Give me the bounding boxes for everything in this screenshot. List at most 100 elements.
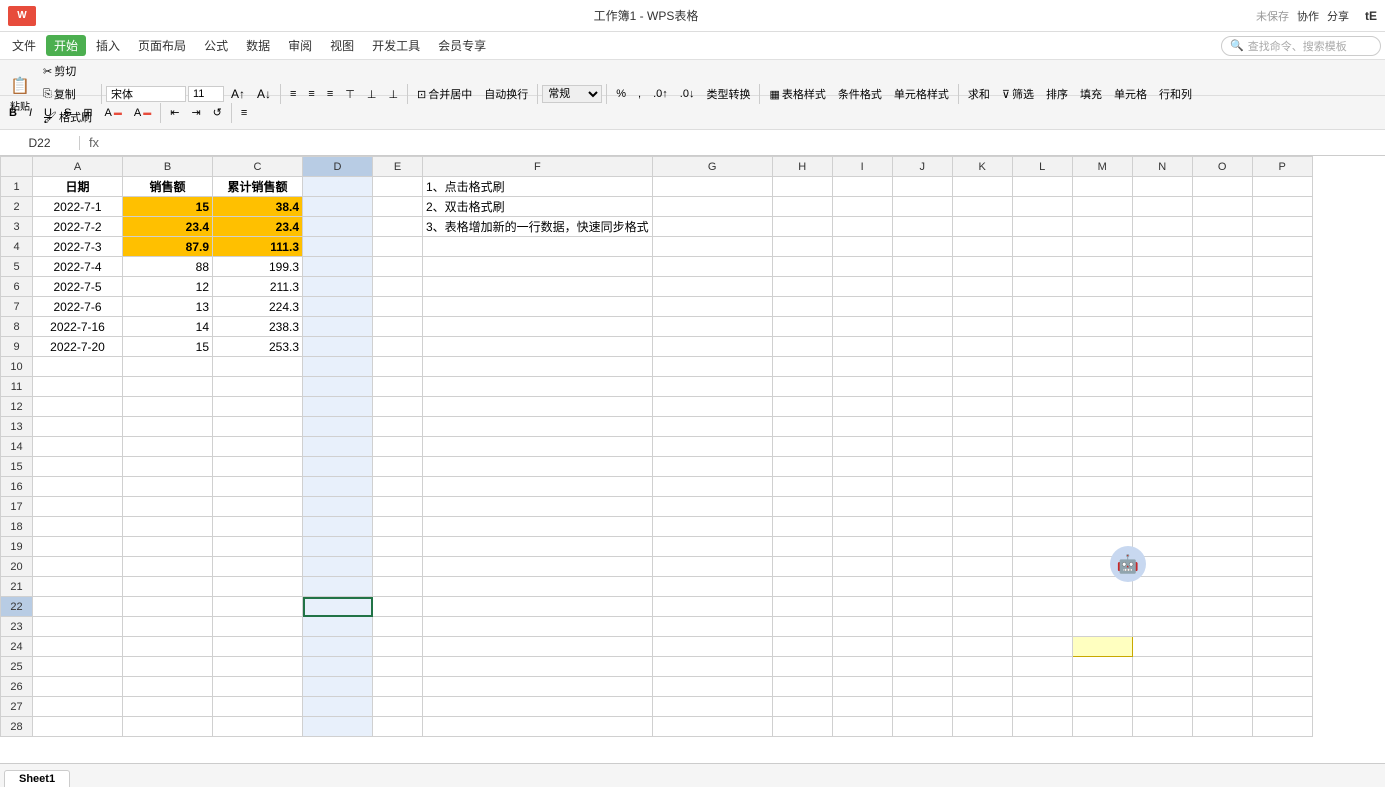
row-header-8[interactable]: 8 <box>1 317 33 337</box>
cell-C12[interactable] <box>213 397 303 417</box>
cell-P18[interactable] <box>1252 517 1312 537</box>
cell-F27[interactable] <box>423 697 653 717</box>
cell-J21[interactable] <box>892 577 952 597</box>
cell-L5[interactable] <box>1012 257 1072 277</box>
cell-J6[interactable] <box>892 277 952 297</box>
cell-I19[interactable] <box>832 537 892 557</box>
cell-O12[interactable] <box>1192 397 1252 417</box>
menu-item-home[interactable]: 开始 <box>46 35 86 56</box>
cell-K23[interactable] <box>952 617 1012 637</box>
menu-item-insert[interactable]: 插入 <box>88 35 128 56</box>
cell-L2[interactable] <box>1012 197 1072 217</box>
cell-L19[interactable] <box>1012 537 1072 557</box>
cell-E25[interactable] <box>373 657 423 677</box>
cell-D1[interactable] <box>303 177 373 197</box>
cell-G5[interactable] <box>652 257 772 277</box>
cell-N27[interactable] <box>1132 697 1192 717</box>
cell-O23[interactable] <box>1192 617 1252 637</box>
cell-A27[interactable] <box>33 697 123 717</box>
cell-G12[interactable] <box>652 397 772 417</box>
cell-D28[interactable] <box>303 717 373 737</box>
cell-P17[interactable] <box>1252 497 1312 517</box>
col-header-m[interactable]: M <box>1072 157 1132 177</box>
cell-D21[interactable] <box>303 577 373 597</box>
cell-O2[interactable] <box>1192 197 1252 217</box>
col-header-b[interactable]: B <box>123 157 213 177</box>
cell-I5[interactable] <box>832 257 892 277</box>
cell-C4[interactable]: 111.3 <box>213 237 303 257</box>
rotate-btn[interactable]: ↺ <box>208 103 227 122</box>
cell-G7[interactable] <box>652 297 772 317</box>
cell-O26[interactable] <box>1192 677 1252 697</box>
cell-C18[interactable] <box>213 517 303 537</box>
cell-M13[interactable] <box>1072 417 1132 437</box>
row-header-25[interactable]: 25 <box>1 657 33 677</box>
col-header-k[interactable]: K <box>952 157 1012 177</box>
cell-L14[interactable] <box>1012 437 1072 457</box>
cell-F10[interactable] <box>423 357 653 377</box>
cell-A14[interactable] <box>33 437 123 457</box>
cell-F18[interactable] <box>423 517 653 537</box>
cell-B11[interactable] <box>123 377 213 397</box>
cell-H7[interactable] <box>772 297 832 317</box>
cell-C3[interactable]: 23.4 <box>213 217 303 237</box>
cell-G1[interactable] <box>652 177 772 197</box>
cell-L16[interactable] <box>1012 477 1072 497</box>
col-header-i[interactable]: I <box>832 157 892 177</box>
cell-N25[interactable] <box>1132 657 1192 677</box>
cell-F20[interactable] <box>423 557 653 577</box>
cell-I15[interactable] <box>832 457 892 477</box>
menu-item-devtools[interactable]: 开发工具 <box>364 35 428 56</box>
cell-P24[interactable] <box>1252 637 1312 657</box>
cell-F6[interactable] <box>423 277 653 297</box>
cell-L22[interactable] <box>1012 597 1072 617</box>
cell-B19[interactable] <box>123 537 213 557</box>
cell-F24[interactable] <box>423 637 653 657</box>
cell-P10[interactable] <box>1252 357 1312 377</box>
cell-L27[interactable] <box>1012 697 1072 717</box>
cell-B13[interactable] <box>123 417 213 437</box>
cell-D12[interactable] <box>303 397 373 417</box>
cell-D24[interactable] <box>303 637 373 657</box>
cell-N3[interactable] <box>1132 217 1192 237</box>
cell-L3[interactable] <box>1012 217 1072 237</box>
cell-J2[interactable] <box>892 197 952 217</box>
cell-K6[interactable] <box>952 277 1012 297</box>
cell-E23[interactable] <box>373 617 423 637</box>
cell-B7[interactable]: 13 <box>123 297 213 317</box>
cell-C16[interactable] <box>213 477 303 497</box>
cell-D10[interactable] <box>303 357 373 377</box>
cell-L10[interactable] <box>1012 357 1072 377</box>
cell-A1[interactable]: 日期 <box>33 177 123 197</box>
row-header-22[interactable]: 22 <box>1 597 33 617</box>
cell-P23[interactable] <box>1252 617 1312 637</box>
cell-K15[interactable] <box>952 457 1012 477</box>
cell-D2[interactable] <box>303 197 373 217</box>
cell-E3[interactable] <box>373 217 423 237</box>
row-header-3[interactable]: 3 <box>1 217 33 237</box>
row-header-23[interactable]: 23 <box>1 617 33 637</box>
menu-item-data[interactable]: 数据 <box>238 35 278 56</box>
cell-P25[interactable] <box>1252 657 1312 677</box>
cell-G18[interactable] <box>652 517 772 537</box>
cell-B24[interactable] <box>123 637 213 657</box>
cell-A23[interactable] <box>33 617 123 637</box>
font-increase-btn[interactable]: A↑ <box>226 84 250 104</box>
col-header-h[interactable]: H <box>772 157 832 177</box>
indent-inc-btn[interactable]: ⇥ <box>186 103 205 122</box>
cell-H28[interactable] <box>772 717 832 737</box>
cell-P13[interactable] <box>1252 417 1312 437</box>
cell-H2[interactable] <box>772 197 832 217</box>
cell-M8[interactable] <box>1072 317 1132 337</box>
cell-M26[interactable] <box>1072 677 1132 697</box>
row-header-19[interactable]: 19 <box>1 537 33 557</box>
cell-F25[interactable] <box>423 657 653 677</box>
cell-btn[interactable]: 单元格 <box>1109 83 1152 105</box>
row-col-btn[interactable]: 行和列 <box>1154 83 1197 105</box>
cell-C25[interactable] <box>213 657 303 677</box>
cell-G16[interactable] <box>652 477 772 497</box>
cell-K28[interactable] <box>952 717 1012 737</box>
cell-A21[interactable] <box>33 577 123 597</box>
align-left-btn[interactable]: ≡ <box>285 85 301 103</box>
col-header-d[interactable]: D <box>303 157 373 177</box>
